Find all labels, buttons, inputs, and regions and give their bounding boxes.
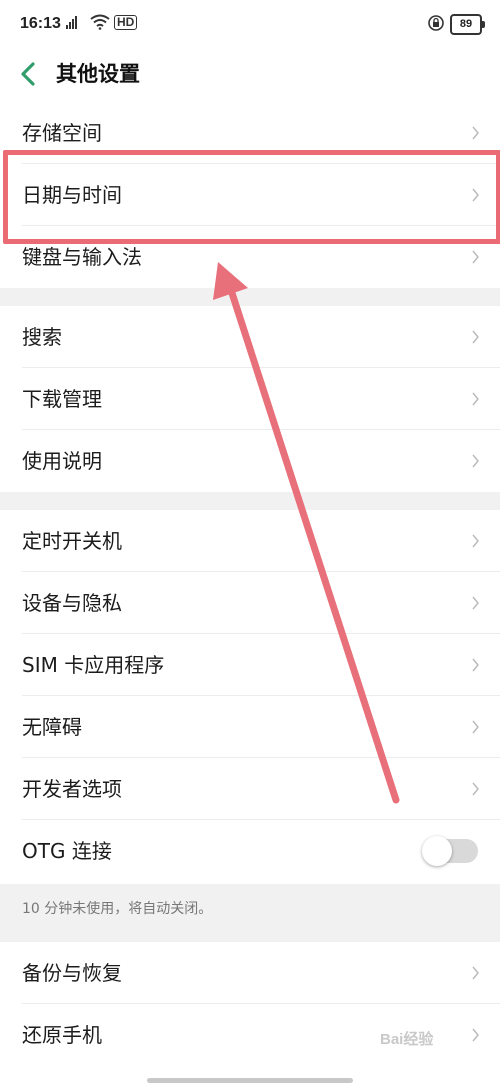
highlight-box <box>3 150 500 244</box>
battery-level: 89 <box>459 18 473 30</box>
chevron-right-icon <box>472 782 479 796</box>
sim-apps-row[interactable]: SIM 卡应用程序 <box>0 634 500 696</box>
row-label: SIM 卡应用程序 <box>22 653 165 677</box>
download-manager-row[interactable]: 下载管理 <box>0 368 500 430</box>
row-label: 无障碍 <box>22 715 82 739</box>
row-label: 下载管理 <box>22 387 102 411</box>
rotation-lock-icon <box>428 15 444 31</box>
user-guide-row[interactable]: 使用说明 <box>0 430 500 492</box>
scheduled-power-row[interactable]: 定时开关机 <box>0 510 500 572</box>
row-label: 开发者选项 <box>22 777 122 801</box>
status-bar: 16:13 HD 89 <box>0 0 500 50</box>
chevron-right-icon <box>472 966 479 980</box>
row-label: OTG 连接 <box>22 839 112 863</box>
toggle-knob <box>422 836 452 866</box>
chevron-right-icon <box>472 330 479 344</box>
watermark: Bai经验 <box>380 1031 434 1048</box>
otg-hint-text: 10 分钟未使用，将自动关闭。 <box>22 901 213 917</box>
developer-options-row[interactable]: 开发者选项 <box>0 758 500 820</box>
otg-toggle[interactable] <box>422 836 478 866</box>
row-label: 搜索 <box>22 325 62 349</box>
chevron-right-icon <box>472 658 479 672</box>
search-row[interactable]: 搜索 <box>0 306 500 368</box>
row-label: 备份与恢复 <box>22 961 122 985</box>
chevron-right-icon <box>472 534 479 548</box>
accessibility-row[interactable]: 无障碍 <box>0 696 500 758</box>
row-label: 使用说明 <box>22 449 102 473</box>
chevron-right-icon <box>472 392 479 406</box>
section-divider <box>0 288 500 306</box>
status-time: 16:13 <box>20 15 61 32</box>
home-indicator[interactable] <box>147 1078 353 1083</box>
chevron-right-icon <box>472 126 479 140</box>
battery-icon: 89 <box>450 14 485 35</box>
chevron-right-icon <box>472 454 479 468</box>
chevron-right-icon <box>472 596 479 610</box>
network-badge: HD <box>114 15 138 30</box>
chevron-right-icon <box>472 250 479 264</box>
chevron-right-icon <box>472 720 479 734</box>
row-label: 定时开关机 <box>22 529 122 553</box>
chevron-right-icon <box>472 1028 479 1042</box>
otg-row: OTG 连接 <box>0 820 500 882</box>
row-label: 还原手机 <box>22 1023 102 1047</box>
otg-hint-section: 10 分钟未使用，将自动关闭。 <box>0 884 500 942</box>
page-title: 其他设置 <box>56 62 140 86</box>
back-arrow-icon[interactable] <box>16 56 42 92</box>
device-privacy-row[interactable]: 设备与隐私 <box>0 572 500 634</box>
backup-restore-row[interactable]: 备份与恢复 <box>0 942 500 1004</box>
section-divider <box>0 492 500 510</box>
signal-icon <box>66 16 77 29</box>
wifi-icon <box>90 14 110 30</box>
page-header: 其他设置 <box>0 50 500 102</box>
row-label: 设备与隐私 <box>22 591 122 615</box>
